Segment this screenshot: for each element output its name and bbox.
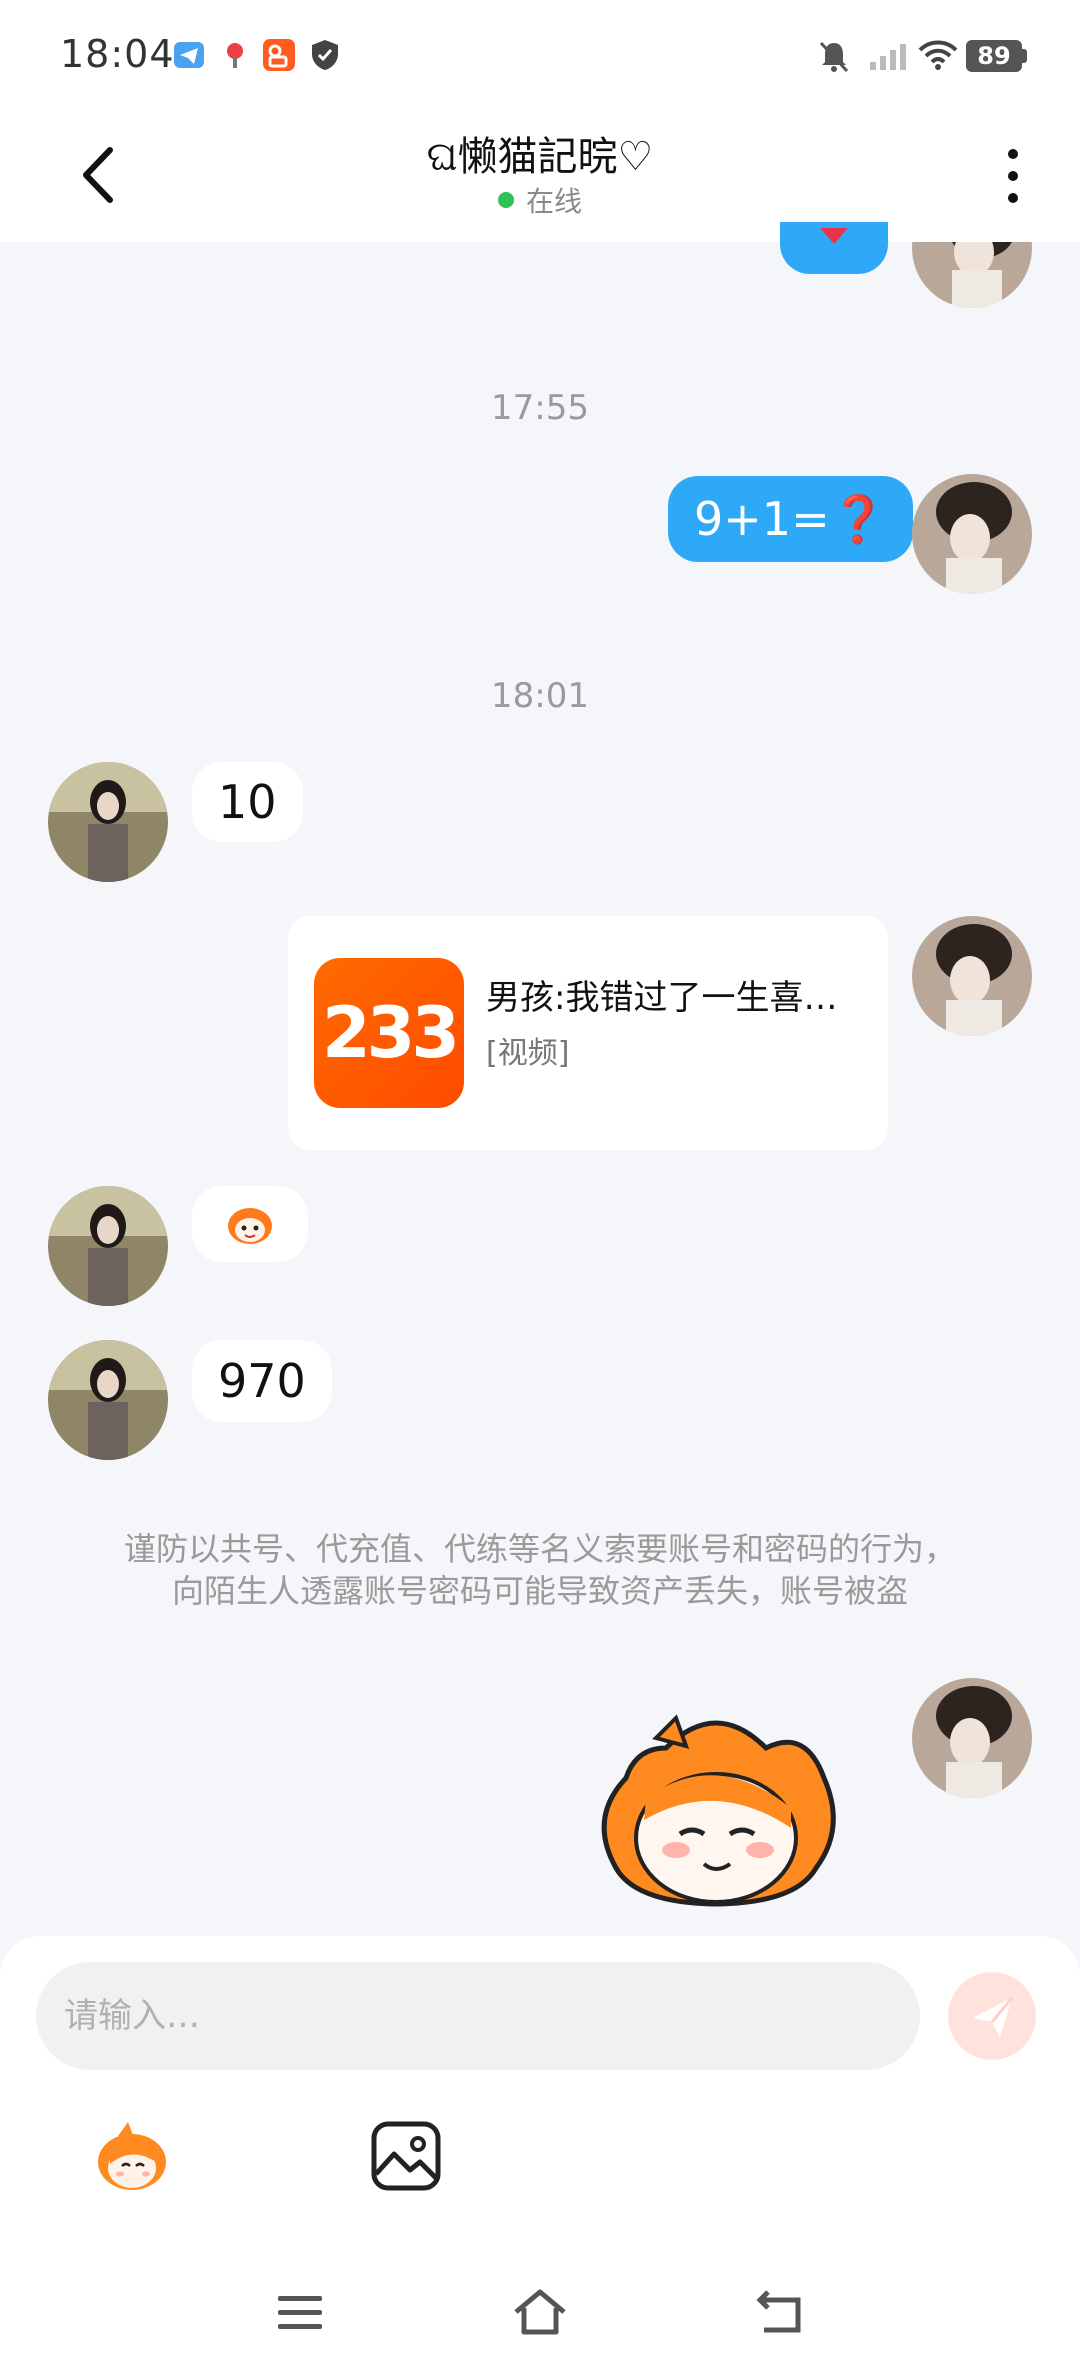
back-nav-icon[interactable] (750, 2282, 810, 2342)
menu-icon[interactable] (270, 2282, 330, 2342)
my-message-bubble[interactable]: 9+1=❓ (668, 476, 913, 562)
security-notice: 谨防以共号、代充值、代练等名义索要账号和密码的行为， 向陌生人透露账号密码可能导… (40, 1528, 1040, 1612)
paper-plane-icon (972, 1997, 1014, 2038)
mascot-sticker-icon (228, 1208, 272, 1244)
home-icon[interactable] (510, 2282, 570, 2342)
contact-message-bubble[interactable]: 970 (192, 1340, 332, 1422)
contact-sticker-bubble[interactable] (192, 1186, 308, 1262)
security-notice-line: 谨防以共号、代充值、代练等名义索要账号和密码的行为， (123, 1530, 956, 1568)
mascot-sticker-large[interactable] (596, 1708, 836, 1908)
wifi-icon (918, 40, 958, 70)
sticker-button-icon[interactable] (92, 2116, 172, 2196)
chat-header: ଘ懒猫記晥♡ 在线 (0, 110, 1080, 242)
online-status-label: 在线 (525, 185, 582, 218)
my-avatar[interactable] (912, 916, 1032, 1036)
app-233-logo: 233 (314, 958, 464, 1108)
system-nav-bar (0, 2256, 1080, 2376)
chat-title: ଘ懒猫記晥♡ (426, 134, 654, 180)
mute-bell-icon (819, 41, 849, 73)
online-status: 在线 (0, 180, 1080, 220)
send-button[interactable] (948, 1972, 1036, 2060)
map-pin-icon (227, 43, 243, 68)
security-notice-line: 向陌生人透露账号密码可能导致资产丢失，账号被盗 (171, 1572, 908, 1610)
shared-video-title: 男孩:我错过了一生喜… (486, 978, 838, 1018)
shared-video-card[interactable]: 233 男孩:我错过了一生喜… [视频] (288, 916, 888, 1150)
contact-avatar[interactable] (48, 1186, 168, 1306)
message-bubble-partial[interactable] (780, 222, 888, 274)
message-timestamp: 17:55 (491, 388, 589, 428)
my-avatar[interactable] (912, 1678, 1032, 1798)
contact-message-bubble[interactable]: 10 (192, 762, 303, 842)
status-time: 18:04 (60, 32, 175, 76)
signal-icon (870, 44, 906, 70)
shared-content-type: [视频] (486, 1036, 570, 1071)
shield-icon (312, 40, 338, 70)
status-bar: 18:04 89 (0, 0, 1080, 110)
image-picker-icon[interactable] (366, 2116, 446, 2196)
contact-avatar[interactable] (48, 1340, 168, 1460)
more-options-icon[interactable] (990, 144, 1036, 208)
online-dot-icon (497, 192, 514, 208)
battery-icon: 89 (966, 40, 1022, 72)
my-avatar[interactable] (912, 474, 1032, 594)
telegram-like-icon (174, 42, 204, 68)
message-timestamp: 18:01 (491, 676, 589, 716)
message-input[interactable] (36, 1962, 920, 2070)
contact-avatar[interactable] (48, 762, 168, 882)
kuaishou-icon (263, 39, 295, 71)
heart-icon (820, 228, 848, 244)
battery-tip (1022, 49, 1027, 63)
